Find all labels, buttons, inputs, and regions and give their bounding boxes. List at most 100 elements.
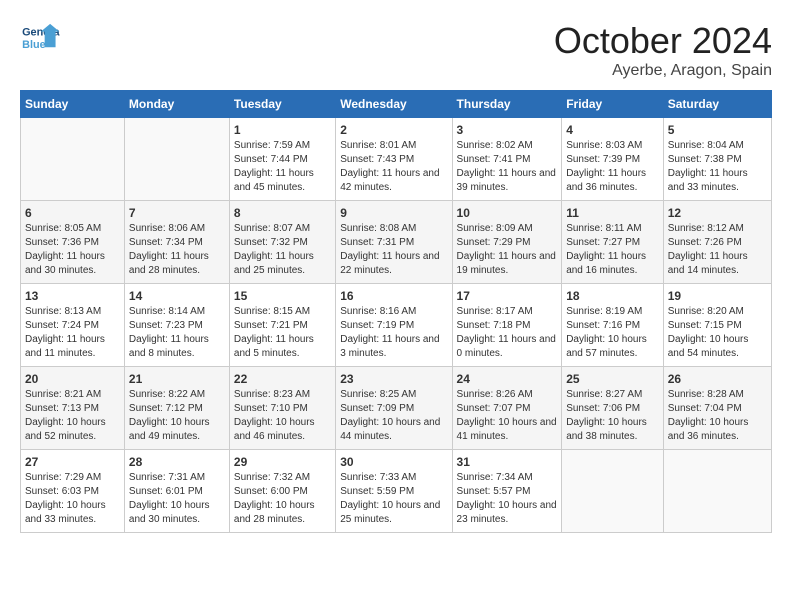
- calendar-cell: 22 Sunrise: 8:23 AMSunset: 7:10 PMDaylig…: [229, 367, 335, 450]
- calendar-cell: [21, 118, 125, 201]
- weekday-header: Monday: [124, 91, 229, 118]
- calendar-cell: 8 Sunrise: 8:07 AMSunset: 7:32 PMDayligh…: [229, 201, 335, 284]
- day-number: 8: [234, 206, 331, 220]
- calendar-week-row: 6 Sunrise: 8:05 AMSunset: 7:36 PMDayligh…: [21, 201, 772, 284]
- calendar-cell: 13 Sunrise: 8:13 AMSunset: 7:24 PMDaylig…: [21, 284, 125, 367]
- day-info: Sunrise: 8:12 AMSunset: 7:26 PMDaylight:…: [668, 222, 767, 278]
- day-number: 12: [668, 206, 767, 220]
- calendar-cell: 2 Sunrise: 8:01 AMSunset: 7:43 PMDayligh…: [336, 118, 452, 201]
- calendar-cell: 1 Sunrise: 7:59 AMSunset: 7:44 PMDayligh…: [229, 118, 335, 201]
- calendar-cell: 11 Sunrise: 8:11 AMSunset: 7:27 PMDaylig…: [562, 201, 664, 284]
- day-info: Sunrise: 8:13 AMSunset: 7:24 PMDaylight:…: [25, 305, 120, 361]
- calendar-cell: [663, 450, 771, 533]
- day-number: 26: [668, 372, 767, 386]
- calendar-cell: 31 Sunrise: 7:34 AMSunset: 5:57 PMDaylig…: [452, 450, 562, 533]
- calendar-cell: 26 Sunrise: 8:28 AMSunset: 7:04 PMDaylig…: [663, 367, 771, 450]
- day-info: Sunrise: 8:03 AMSunset: 7:39 PMDaylight:…: [566, 139, 659, 195]
- weekday-header: Friday: [562, 91, 664, 118]
- day-number: 20: [25, 372, 120, 386]
- page-header: General Blue October 2024 Ayerbe, Aragon…: [20, 20, 772, 80]
- day-number: 29: [234, 455, 331, 469]
- day-number: 3: [457, 123, 558, 137]
- day-info: Sunrise: 8:05 AMSunset: 7:36 PMDaylight:…: [25, 222, 120, 278]
- svg-text:Blue: Blue: [22, 39, 46, 51]
- calendar-cell: 20 Sunrise: 8:21 AMSunset: 7:13 PMDaylig…: [21, 367, 125, 450]
- day-number: 18: [566, 289, 659, 303]
- day-info: Sunrise: 8:27 AMSunset: 7:06 PMDaylight:…: [566, 388, 659, 444]
- day-number: 17: [457, 289, 558, 303]
- day-info: Sunrise: 8:14 AMSunset: 7:23 PMDaylight:…: [129, 305, 225, 361]
- day-number: 1: [234, 123, 331, 137]
- day-number: 4: [566, 123, 659, 137]
- weekday-header: Wednesday: [336, 91, 452, 118]
- calendar-cell: 23 Sunrise: 8:25 AMSunset: 7:09 PMDaylig…: [336, 367, 452, 450]
- day-number: 15: [234, 289, 331, 303]
- title-area: October 2024 Ayerbe, Aragon, Spain: [554, 20, 772, 80]
- day-number: 16: [340, 289, 447, 303]
- day-info: Sunrise: 8:20 AMSunset: 7:15 PMDaylight:…: [668, 305, 767, 361]
- calendar-table: SundayMondayTuesdayWednesdayThursdayFrid…: [20, 90, 772, 533]
- calendar-cell: 18 Sunrise: 8:19 AMSunset: 7:16 PMDaylig…: [562, 284, 664, 367]
- day-number: 24: [457, 372, 558, 386]
- day-info: Sunrise: 8:26 AMSunset: 7:07 PMDaylight:…: [457, 388, 558, 444]
- day-info: Sunrise: 8:22 AMSunset: 7:12 PMDaylight:…: [129, 388, 225, 444]
- location-title: Ayerbe, Aragon, Spain: [554, 62, 772, 80]
- calendar-cell: 9 Sunrise: 8:08 AMSunset: 7:31 PMDayligh…: [336, 201, 452, 284]
- day-info: Sunrise: 8:19 AMSunset: 7:16 PMDaylight:…: [566, 305, 659, 361]
- calendar-cell: 25 Sunrise: 8:27 AMSunset: 7:06 PMDaylig…: [562, 367, 664, 450]
- month-title: October 2024: [554, 20, 772, 62]
- day-info: Sunrise: 8:11 AMSunset: 7:27 PMDaylight:…: [566, 222, 659, 278]
- day-number: 11: [566, 206, 659, 220]
- day-number: 22: [234, 372, 331, 386]
- day-info: Sunrise: 7:31 AMSunset: 6:01 PMDaylight:…: [129, 471, 225, 527]
- calendar-cell: 29 Sunrise: 7:32 AMSunset: 6:00 PMDaylig…: [229, 450, 335, 533]
- weekday-header: Sunday: [21, 91, 125, 118]
- day-info: Sunrise: 7:59 AMSunset: 7:44 PMDaylight:…: [234, 139, 331, 195]
- day-number: 9: [340, 206, 447, 220]
- day-number: 13: [25, 289, 120, 303]
- calendar-cell: 30 Sunrise: 7:33 AMSunset: 5:59 PMDaylig…: [336, 450, 452, 533]
- day-info: Sunrise: 7:29 AMSunset: 6:03 PMDaylight:…: [25, 471, 120, 527]
- day-number: 27: [25, 455, 120, 469]
- day-number: 6: [25, 206, 120, 220]
- weekday-header: Saturday: [663, 91, 771, 118]
- calendar-cell: 6 Sunrise: 8:05 AMSunset: 7:36 PMDayligh…: [21, 201, 125, 284]
- calendar-cell: 5 Sunrise: 8:04 AMSunset: 7:38 PMDayligh…: [663, 118, 771, 201]
- day-info: Sunrise: 8:28 AMSunset: 7:04 PMDaylight:…: [668, 388, 767, 444]
- calendar-cell: 16 Sunrise: 8:16 AMSunset: 7:19 PMDaylig…: [336, 284, 452, 367]
- day-info: Sunrise: 8:25 AMSunset: 7:09 PMDaylight:…: [340, 388, 447, 444]
- calendar-cell: [124, 118, 229, 201]
- day-info: Sunrise: 7:32 AMSunset: 6:00 PMDaylight:…: [234, 471, 331, 527]
- calendar-cell: 10 Sunrise: 8:09 AMSunset: 7:29 PMDaylig…: [452, 201, 562, 284]
- day-number: 30: [340, 455, 447, 469]
- calendar-week-row: 1 Sunrise: 7:59 AMSunset: 7:44 PMDayligh…: [21, 118, 772, 201]
- calendar-week-row: 20 Sunrise: 8:21 AMSunset: 7:13 PMDaylig…: [21, 367, 772, 450]
- calendar-cell: 21 Sunrise: 8:22 AMSunset: 7:12 PMDaylig…: [124, 367, 229, 450]
- day-number: 23: [340, 372, 447, 386]
- day-info: Sunrise: 8:08 AMSunset: 7:31 PMDaylight:…: [340, 222, 447, 278]
- calendar-cell: [562, 450, 664, 533]
- weekday-header: Tuesday: [229, 91, 335, 118]
- day-info: Sunrise: 7:34 AMSunset: 5:57 PMDaylight:…: [457, 471, 558, 527]
- calendar-cell: 14 Sunrise: 8:14 AMSunset: 7:23 PMDaylig…: [124, 284, 229, 367]
- calendar-week-row: 13 Sunrise: 8:13 AMSunset: 7:24 PMDaylig…: [21, 284, 772, 367]
- day-number: 31: [457, 455, 558, 469]
- calendar-cell: 19 Sunrise: 8:20 AMSunset: 7:15 PMDaylig…: [663, 284, 771, 367]
- day-info: Sunrise: 7:33 AMSunset: 5:59 PMDaylight:…: [340, 471, 447, 527]
- day-info: Sunrise: 8:16 AMSunset: 7:19 PMDaylight:…: [340, 305, 447, 361]
- calendar-cell: 27 Sunrise: 7:29 AMSunset: 6:03 PMDaylig…: [21, 450, 125, 533]
- day-number: 28: [129, 455, 225, 469]
- day-number: 7: [129, 206, 225, 220]
- calendar-body: 1 Sunrise: 7:59 AMSunset: 7:44 PMDayligh…: [21, 118, 772, 533]
- day-number: 14: [129, 289, 225, 303]
- calendar-cell: 17 Sunrise: 8:17 AMSunset: 7:18 PMDaylig…: [452, 284, 562, 367]
- calendar-cell: 12 Sunrise: 8:12 AMSunset: 7:26 PMDaylig…: [663, 201, 771, 284]
- day-number: 10: [457, 206, 558, 220]
- calendar-cell: 4 Sunrise: 8:03 AMSunset: 7:39 PMDayligh…: [562, 118, 664, 201]
- day-number: 21: [129, 372, 225, 386]
- day-info: Sunrise: 8:09 AMSunset: 7:29 PMDaylight:…: [457, 222, 558, 278]
- day-info: Sunrise: 8:17 AMSunset: 7:18 PMDaylight:…: [457, 305, 558, 361]
- calendar-cell: 24 Sunrise: 8:26 AMSunset: 7:07 PMDaylig…: [452, 367, 562, 450]
- day-info: Sunrise: 8:01 AMSunset: 7:43 PMDaylight:…: [340, 139, 447, 195]
- day-info: Sunrise: 8:04 AMSunset: 7:38 PMDaylight:…: [668, 139, 767, 195]
